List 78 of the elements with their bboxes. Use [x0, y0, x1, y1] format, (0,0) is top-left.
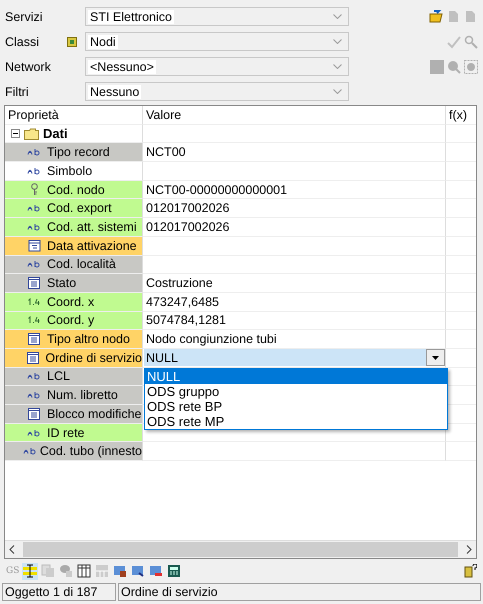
property-name-cell: Tipo record [5, 143, 143, 162]
value-cell: 012017002026 [146, 201, 230, 216]
property-name-cell: Coord. y [5, 312, 143, 330]
horizontal-scrollbar[interactable] [5, 540, 476, 558]
property-name-cell: Cod. att. sistemi [5, 218, 143, 237]
property-name-cell: Data attivazione [5, 236, 143, 256]
caret-icon [333, 89, 342, 94]
value-cell: NCT00 [146, 145, 186, 160]
folder-icon [24, 128, 39, 140]
key-icon [30, 183, 38, 196]
value-cell: Costruzione [146, 276, 213, 290]
field-label: Network [5, 60, 52, 74]
property-name-cell: Cod. export [5, 199, 143, 218]
text-type-icon [27, 222, 41, 231]
column-header[interactable]: f(x) [446, 108, 468, 122]
text-cursor-icon[interactable] [22, 562, 38, 580]
text-type-icon [27, 260, 41, 268]
status-text: Ordine di servizio [118, 583, 481, 601]
columns-icon[interactable] [76, 562, 92, 580]
property-name-cell: Num. libretto [5, 386, 143, 405]
dropdown-option[interactable]: ODS rete BP [145, 398, 447, 414]
check-pen-icon[interactable] [446, 34, 461, 50]
collapse-icon[interactable] [11, 129, 20, 138]
dropdown-option[interactable]: ODS rete MP [145, 414, 447, 429]
value-cell: NCT00-00000000000001 [146, 182, 288, 197]
help-icon[interactable] [462, 562, 478, 580]
dropdown[interactable]: <Nessuno> [85, 57, 349, 76]
text-type-icon [23, 447, 38, 456]
folder-arrow-icon[interactable] [429, 8, 444, 24]
dropdown[interactable]: Nodi [85, 32, 349, 51]
property-name-cell: Tipo altro nodo [5, 330, 143, 349]
group-label: Dati [43, 126, 68, 142]
value-cell: 473247,6485 [146, 294, 219, 309]
property-name-cell: ID rete [5, 424, 143, 442]
column-header[interactable]: Valore [143, 108, 182, 122]
dropdown[interactable]: STI Elettronico [85, 7, 349, 26]
value-editor[interactable]: NULL [144, 349, 445, 366]
calendar-icon [28, 239, 40, 252]
caret-icon [333, 64, 342, 69]
property-name-cell: Stato [5, 274, 143, 293]
scroll-right-icon[interactable] [466, 545, 472, 554]
value-cell: Nodo congiunzione tubi [146, 332, 277, 346]
caret-icon [333, 14, 342, 19]
text-type-icon [27, 204, 41, 212]
text-type-icon [27, 372, 41, 380]
text-type-icon [27, 428, 41, 437]
calculator-icon[interactable] [166, 562, 182, 580]
list-icon [28, 408, 40, 420]
property-name-cell: Blocco modifiche [5, 405, 143, 424]
value-cell: 5074784,1281 [146, 313, 226, 328]
property-name-cell: Simbolo [5, 162, 143, 181]
text-type-icon [27, 148, 41, 156]
property-name-cell: Cod. località [5, 256, 143, 274]
list-icon [28, 277, 40, 290]
field-label: Classi [5, 34, 40, 48]
property-name-cell: Coord. x [5, 292, 143, 312]
scroll-left-icon[interactable] [9, 545, 15, 554]
property-name-cell: Ordine di servizio [5, 348, 143, 368]
dropdown-button[interactable] [426, 349, 445, 366]
column-header[interactable]: Proprietà [5, 108, 59, 122]
caret-icon [333, 39, 342, 44]
property-name-cell: Cod. nodo [5, 180, 143, 200]
field-label: Filtri [5, 84, 30, 98]
decimal-icon [28, 316, 40, 324]
property-name-cell: LCL [5, 368, 143, 386]
dropdown-option[interactable]: NULL [145, 368, 447, 384]
list-icon [27, 352, 40, 364]
caret-icon [432, 356, 439, 360]
decimal-icon [28, 298, 40, 306]
property-name-cell: Cod. tubo (innesto [5, 442, 143, 462]
field-label: Servizi [5, 10, 44, 24]
text-type-icon [27, 391, 41, 400]
status-text: Oggetto 1 di 187 [2, 583, 116, 601]
text-type-icon [27, 166, 41, 175]
list-icon [28, 333, 40, 346]
dropdown[interactable]: Nessuno [85, 82, 349, 101]
value-cell: 012017002026 [146, 220, 230, 234]
dropdown-option[interactable]: ODS gruppo [145, 384, 447, 399]
